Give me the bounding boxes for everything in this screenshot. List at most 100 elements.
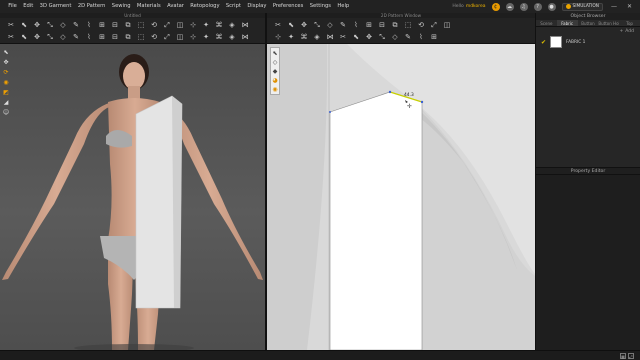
fold-icon[interactable]: ◩ <box>2 88 10 96</box>
menu-3d-garment[interactable]: 3D Garment <box>36 0 74 13</box>
3d-tool-icon[interactable]: ✎ <box>71 20 81 30</box>
minimize-button[interactable]: — <box>609 3 619 10</box>
menu-preferences[interactable]: Preferences <box>270 0 307 13</box>
segment-icon[interactable]: ◆ <box>271 67 279 75</box>
2d-tool-icon[interactable]: ✂ <box>273 20 283 30</box>
move-icon[interactable]: ✥ <box>2 58 10 66</box>
2d-tool-icon[interactable]: ⌇ <box>416 32 426 42</box>
pattern-piece[interactable] <box>329 91 423 350</box>
add-fabric-button[interactable]: + Add <box>536 27 640 35</box>
2d-tool-icon[interactable]: ◫ <box>442 20 452 30</box>
3d-tool-icon[interactable]: ✎ <box>71 32 81 42</box>
2d-tool-icon[interactable]: ◇ <box>390 32 400 42</box>
2d-tool-icon[interactable]: ✎ <box>338 20 348 30</box>
menu-avatar[interactable]: Avatar <box>164 0 187 13</box>
fabric-list-item[interactable]: ✔ FABRIC 1 <box>536 35 640 49</box>
3d-tool-icon[interactable]: ⌇ <box>84 32 94 42</box>
2d-tool-icon[interactable]: ⌇ <box>351 20 361 30</box>
2d-tool-icon[interactable]: ⊞ <box>364 20 374 30</box>
menu-2d-pattern[interactable]: 2D Pattern <box>75 0 109 13</box>
cloud-icon[interactable]: ☁ <box>505 2 514 11</box>
menu-display[interactable]: Display <box>244 0 270 13</box>
menu-retopology[interactable]: Retopology <box>187 0 223 13</box>
3d-tool-icon[interactable]: ✦ <box>201 32 211 42</box>
2d-viewport[interactable]: ✛ 44.3 ⬉ ◇ ◆ ◕ ◉ <box>267 44 535 350</box>
menu-file[interactable]: File <box>5 0 20 13</box>
3d-tool-icon[interactable]: ⬉ <box>19 32 29 42</box>
2d-tool-icon[interactable]: ⊞ <box>429 32 439 42</box>
tab-button[interactable]: Button <box>578 20 599 26</box>
2d-tool-icon[interactable]: ⧉ <box>390 20 400 30</box>
select-icon[interactable]: ⬉ <box>2 48 10 56</box>
2d-tool-icon[interactable]: ⬉ <box>286 20 296 30</box>
2d-tool-icon[interactable]: ⟲ <box>416 20 426 30</box>
2d-tool-icon[interactable]: ◈ <box>312 32 322 42</box>
3d-tool-icon[interactable]: ⤢ <box>162 32 172 42</box>
3d-tool-icon[interactable]: ◈ <box>227 20 237 30</box>
rotate-icon[interactable]: ⟳ <box>2 68 10 76</box>
help-icon[interactable]: ? <box>533 2 542 11</box>
tab-button-hole[interactable]: Button Hole <box>598 20 619 26</box>
2d-tool-icon[interactable]: ⌘ <box>299 32 309 42</box>
3d-tool-icon[interactable]: ⟲ <box>149 20 159 30</box>
3d-tool-icon[interactable]: ◇ <box>58 20 68 30</box>
3d-tool-icon[interactable]: ◈ <box>227 32 237 42</box>
2d-tool-icon[interactable]: ⤢ <box>429 20 439 30</box>
3d-tool-icon[interactable]: ⋈ <box>240 32 250 42</box>
pattern-point[interactable] <box>388 90 392 94</box>
tab-fabric[interactable]: Fabric <box>556 20 578 26</box>
3d-tool-icon[interactable]: ⧉ <box>123 32 133 42</box>
3d-tool-icon[interactable]: ⊹ <box>188 32 198 42</box>
3d-viewport[interactable]: ⬉ ✥ ⟳ ◉ ◩ ◢ ☺ <box>0 44 265 350</box>
2d-tool-icon[interactable]: ◇ <box>325 20 335 30</box>
measure-icon[interactable]: ◢ <box>2 98 10 106</box>
2d-tool-icon[interactable]: ⋈ <box>325 32 335 42</box>
3d-tool-icon[interactable]: ⊞ <box>97 32 107 42</box>
3d-tool-icon[interactable]: ⬚ <box>136 20 146 30</box>
menu-edit[interactable]: Edit <box>20 0 36 13</box>
texture-icon[interactable]: ◉ <box>271 85 279 93</box>
pattern-point[interactable] <box>420 100 424 104</box>
2d-tool-icon[interactable]: ⬉ <box>351 32 361 42</box>
2d-tool-icon[interactable]: ✂ <box>338 32 348 42</box>
3d-tool-icon[interactable]: ⊞ <box>97 20 107 30</box>
3d-tool-icon[interactable]: ⟲ <box>149 32 159 42</box>
tab-scene[interactable]: Scene <box>536 20 557 26</box>
2d-tool-icon[interactable]: ✦ <box>286 32 296 42</box>
2d-tool-icon[interactable]: ⤡ <box>312 20 322 30</box>
3d-tool-icon[interactable]: ⤢ <box>162 20 172 30</box>
2d-tool-icon[interactable]: ⊹ <box>273 32 283 42</box>
expand-icon[interactable]: ⤢ <box>628 352 634 359</box>
curve-icon[interactable]: ◕ <box>271 76 279 84</box>
menu-sewing[interactable]: Sewing <box>109 0 134 13</box>
3d-tool-icon[interactable]: ⌇ <box>84 20 94 30</box>
3d-tool-icon[interactable]: ◫ <box>175 20 185 30</box>
3d-tool-icon[interactable]: ⌘ <box>214 32 224 42</box>
3d-tool-icon[interactable]: ✂ <box>6 32 16 42</box>
3d-tool-icon[interactable]: ✦ <box>201 20 211 30</box>
3d-tool-icon[interactable]: ⋈ <box>240 20 250 30</box>
3d-tool-icon[interactable]: ⤡ <box>45 32 55 42</box>
3d-tool-icon[interactable]: ⊹ <box>188 20 198 30</box>
2d-tool-icon[interactable]: ⬚ <box>403 20 413 30</box>
3d-tool-icon[interactable]: ⊟ <box>110 20 120 30</box>
headset-icon[interactable]: ♫ <box>519 2 528 11</box>
3d-tool-icon[interactable]: ⌘ <box>214 20 224 30</box>
2d-tool-icon[interactable]: ✎ <box>403 32 413 42</box>
close-button[interactable]: ✕ <box>625 3 634 10</box>
menu-settings[interactable]: Settings <box>307 0 335 13</box>
3d-tool-icon[interactable]: ◫ <box>175 32 185 42</box>
simulation-toggle[interactable]: SIMULATION <box>561 2 603 11</box>
avatar-icon[interactable]: ☺ <box>2 108 10 116</box>
2d-tool-icon[interactable]: ⤡ <box>377 32 387 42</box>
3d-tool-icon[interactable]: ⬉ <box>19 20 29 30</box>
pin-icon[interactable]: ◉ <box>2 78 10 86</box>
grid-icon[interactable]: ▦ <box>620 352 626 359</box>
user-icon[interactable]: ● <box>547 2 556 11</box>
3d-tool-icon[interactable]: ✂ <box>6 20 16 30</box>
menu-materials[interactable]: Materials <box>134 0 164 13</box>
coin-icon[interactable]: ¢ <box>491 2 500 11</box>
menu-help[interactable]: Help <box>334 0 352 13</box>
3d-tool-icon[interactable]: ◇ <box>58 32 68 42</box>
3d-tool-icon[interactable]: ⤡ <box>45 20 55 30</box>
